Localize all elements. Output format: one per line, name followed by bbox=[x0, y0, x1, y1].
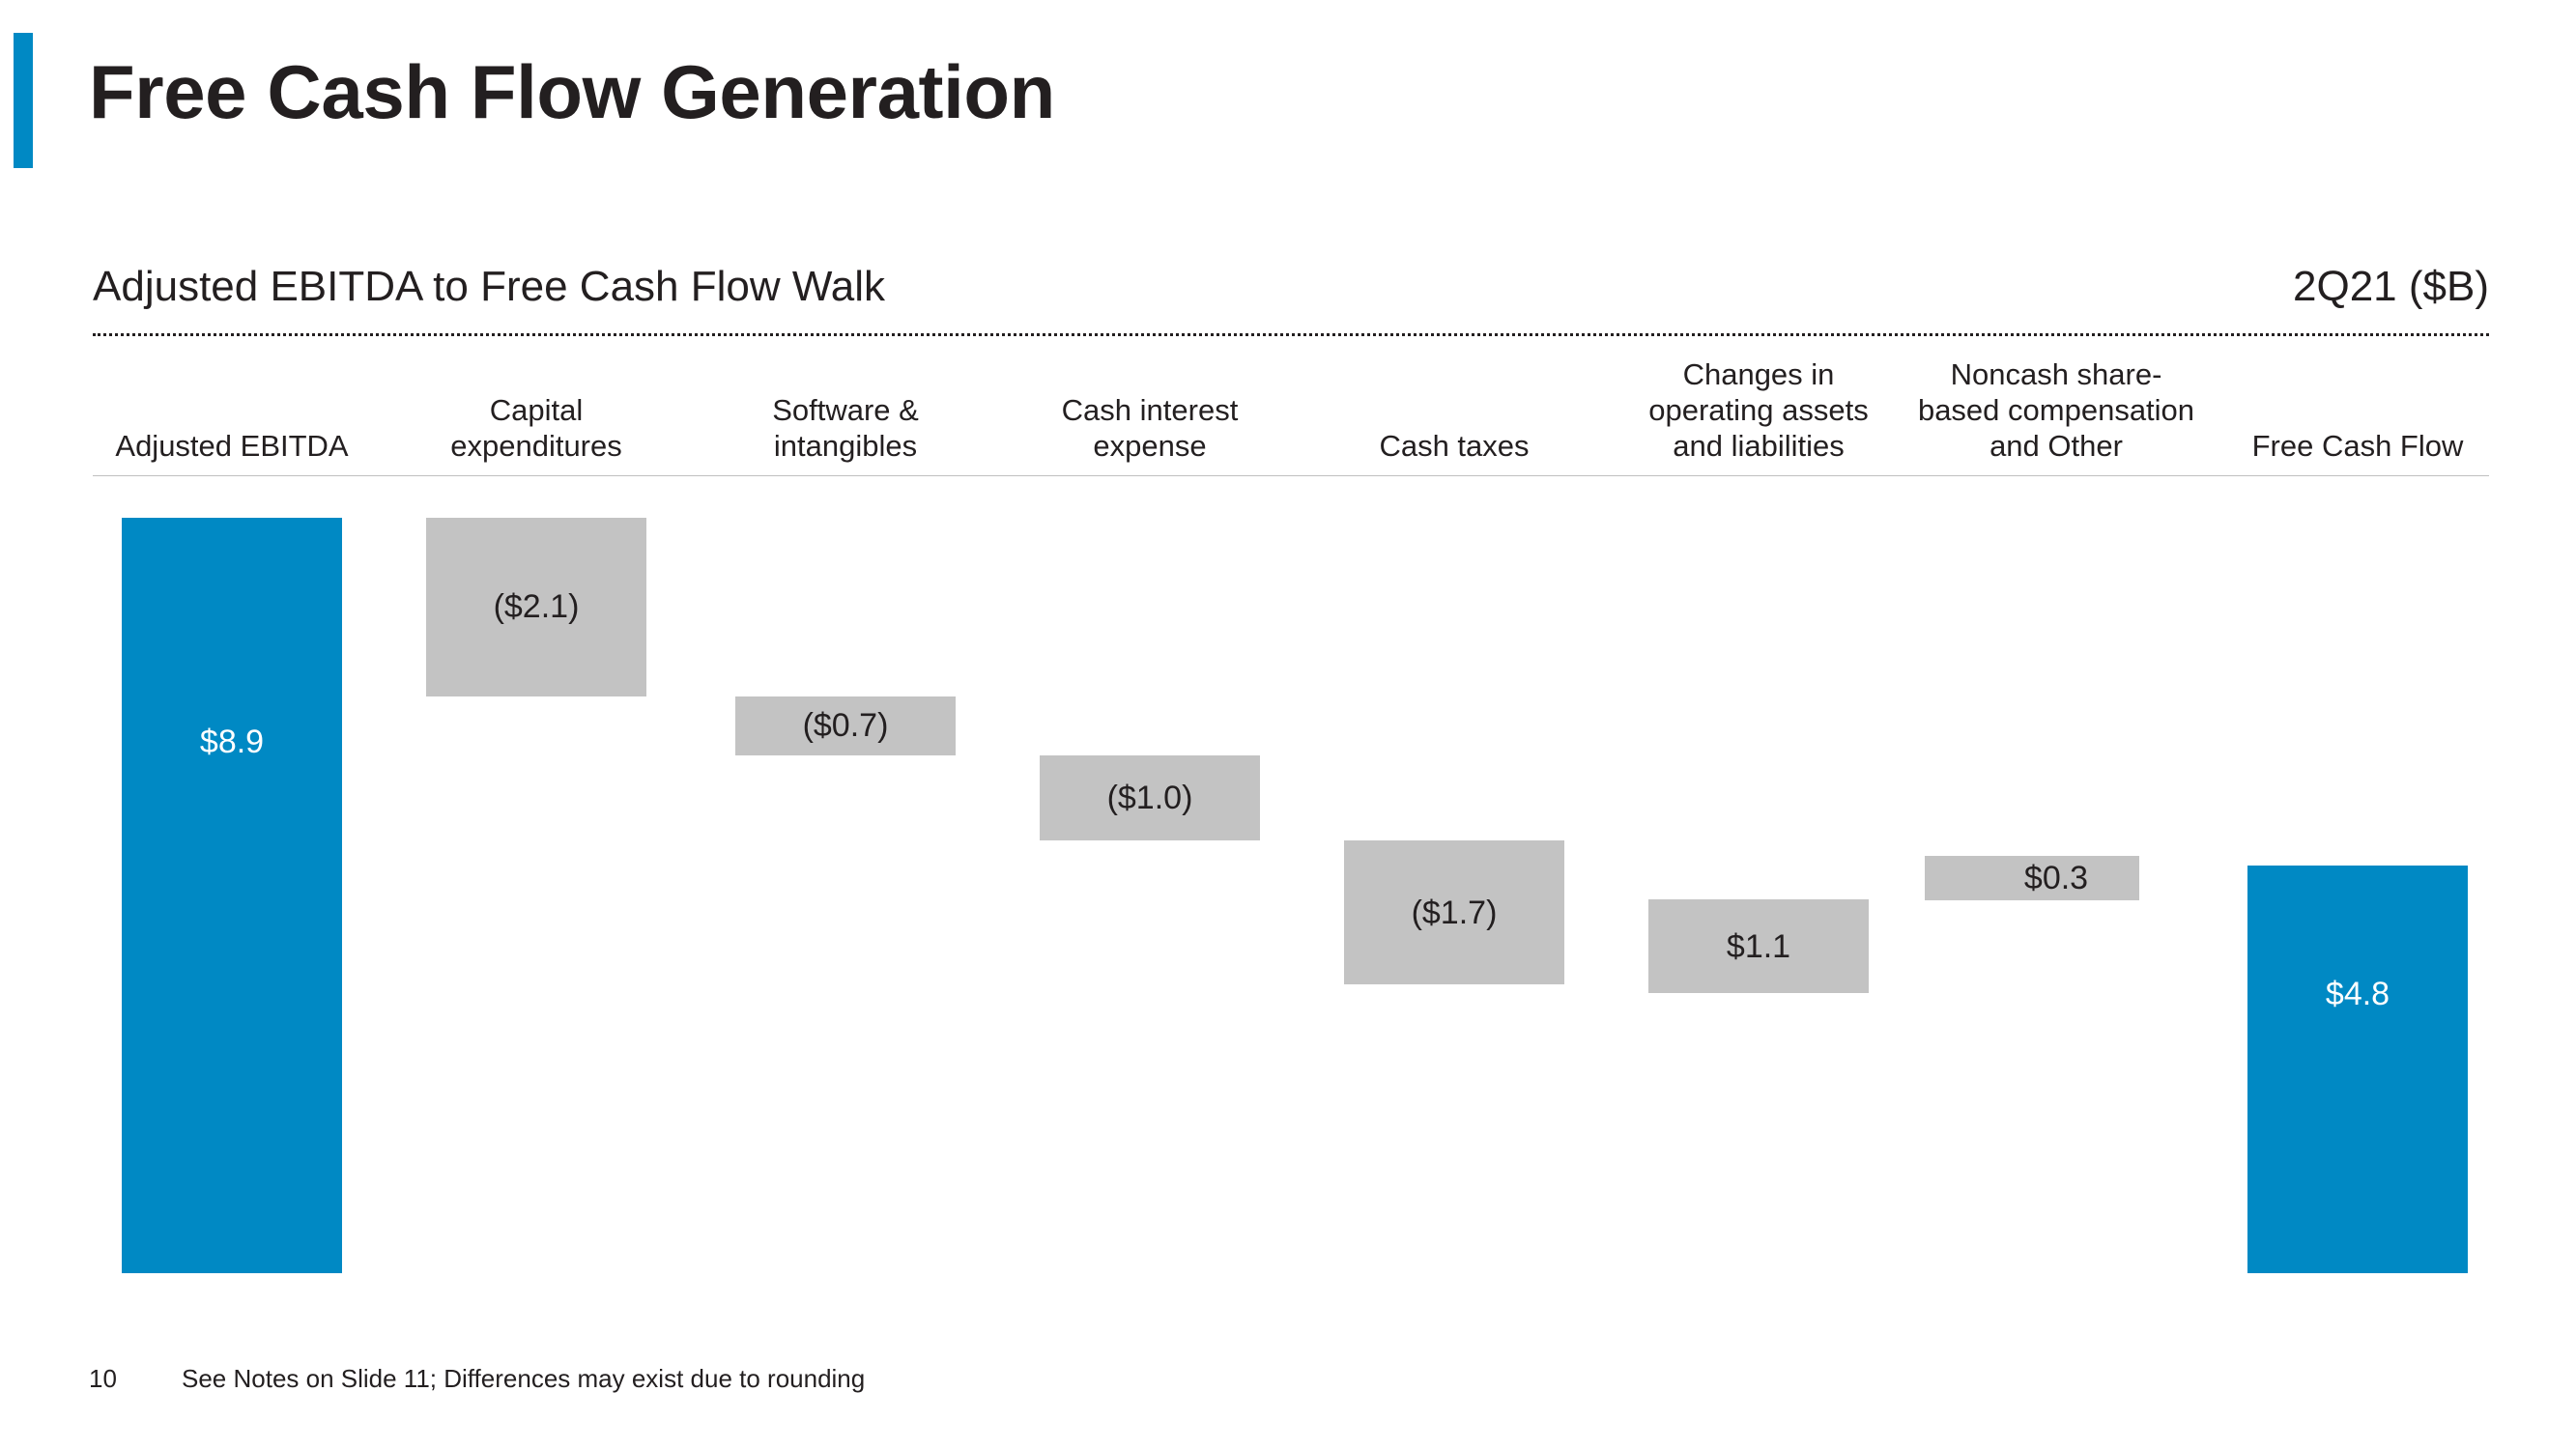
footnote-text: See Notes on Slide 11; Differences may e… bbox=[182, 1364, 866, 1393]
waterfall-bar[interactable] bbox=[2247, 866, 2468, 1273]
waterfall-bar-value-label: $8.9 bbox=[199, 724, 265, 761]
waterfall-bar-value-label: ($2.1) bbox=[493, 588, 580, 626]
waterfall-chart-plot-area: $8.9 ($2.1) ($0.7) ($1.0) ($1.7) $1.1 $0.3 $4.8 bbox=[0, 0, 2576, 1449]
waterfall-bar-value-label: ($1.0) bbox=[1106, 779, 1193, 816]
waterfall-bar-value-label: $4.8 bbox=[2325, 976, 2390, 1013]
slide-number: 10 bbox=[89, 1364, 117, 1393]
waterfall-bar-value-label: ($0.7) bbox=[802, 707, 889, 745]
waterfall-bar-value-label: ($1.7) bbox=[1411, 894, 1498, 931]
waterfall-bar-value-label: $1.1 bbox=[1726, 927, 1791, 965]
waterfall-bar-value-label: $0.3 bbox=[2023, 860, 2089, 897]
waterfall-bar[interactable] bbox=[122, 518, 342, 1273]
